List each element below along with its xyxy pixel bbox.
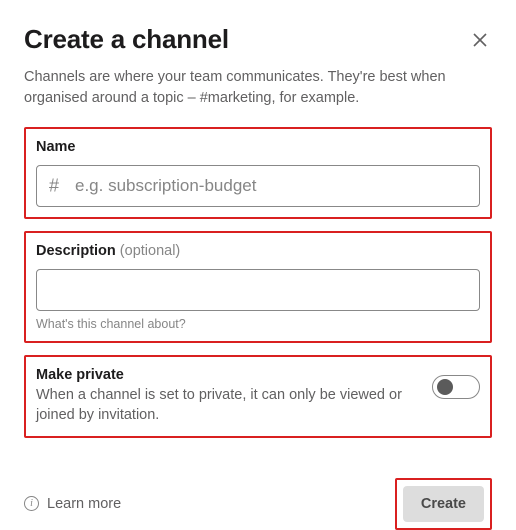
private-field-group: Make private When a channel is set to pr… [24, 355, 492, 438]
channel-description-input[interactable] [36, 269, 480, 311]
hash-icon: # [49, 176, 59, 197]
description-label: Description (optional) [36, 243, 480, 259]
learn-more-link[interactable]: i Learn more [24, 496, 121, 512]
name-field-group: Name # [24, 127, 492, 219]
name-label: Name [36, 139, 480, 155]
dialog-header: Create a channel [24, 24, 492, 55]
description-hint: What's this channel about? [36, 317, 480, 331]
description-label-text: Description [36, 243, 116, 259]
private-toggle[interactable] [432, 375, 480, 399]
create-button-highlight: Create [395, 478, 492, 530]
close-button[interactable] [468, 28, 492, 55]
name-input-wrapper: # [36, 165, 480, 207]
dialog-footer: i Learn more Create [24, 478, 492, 530]
dialog-title: Create a channel [24, 24, 229, 55]
description-field-group: Description (optional) What's this chann… [24, 231, 492, 343]
close-icon [472, 32, 488, 48]
info-icon: i [24, 496, 39, 511]
private-title: Make private [36, 367, 412, 383]
description-optional: (optional) [120, 243, 180, 259]
channel-name-input[interactable] [36, 165, 480, 207]
create-button[interactable]: Create [403, 486, 484, 522]
private-description: When a channel is set to private, it can… [36, 385, 412, 426]
toggle-knob [437, 379, 453, 395]
learn-more-text: Learn more [47, 496, 121, 512]
private-text-block: Make private When a channel is set to pr… [36, 367, 412, 426]
dialog-subtitle: Channels are where your team communicate… [24, 67, 492, 109]
